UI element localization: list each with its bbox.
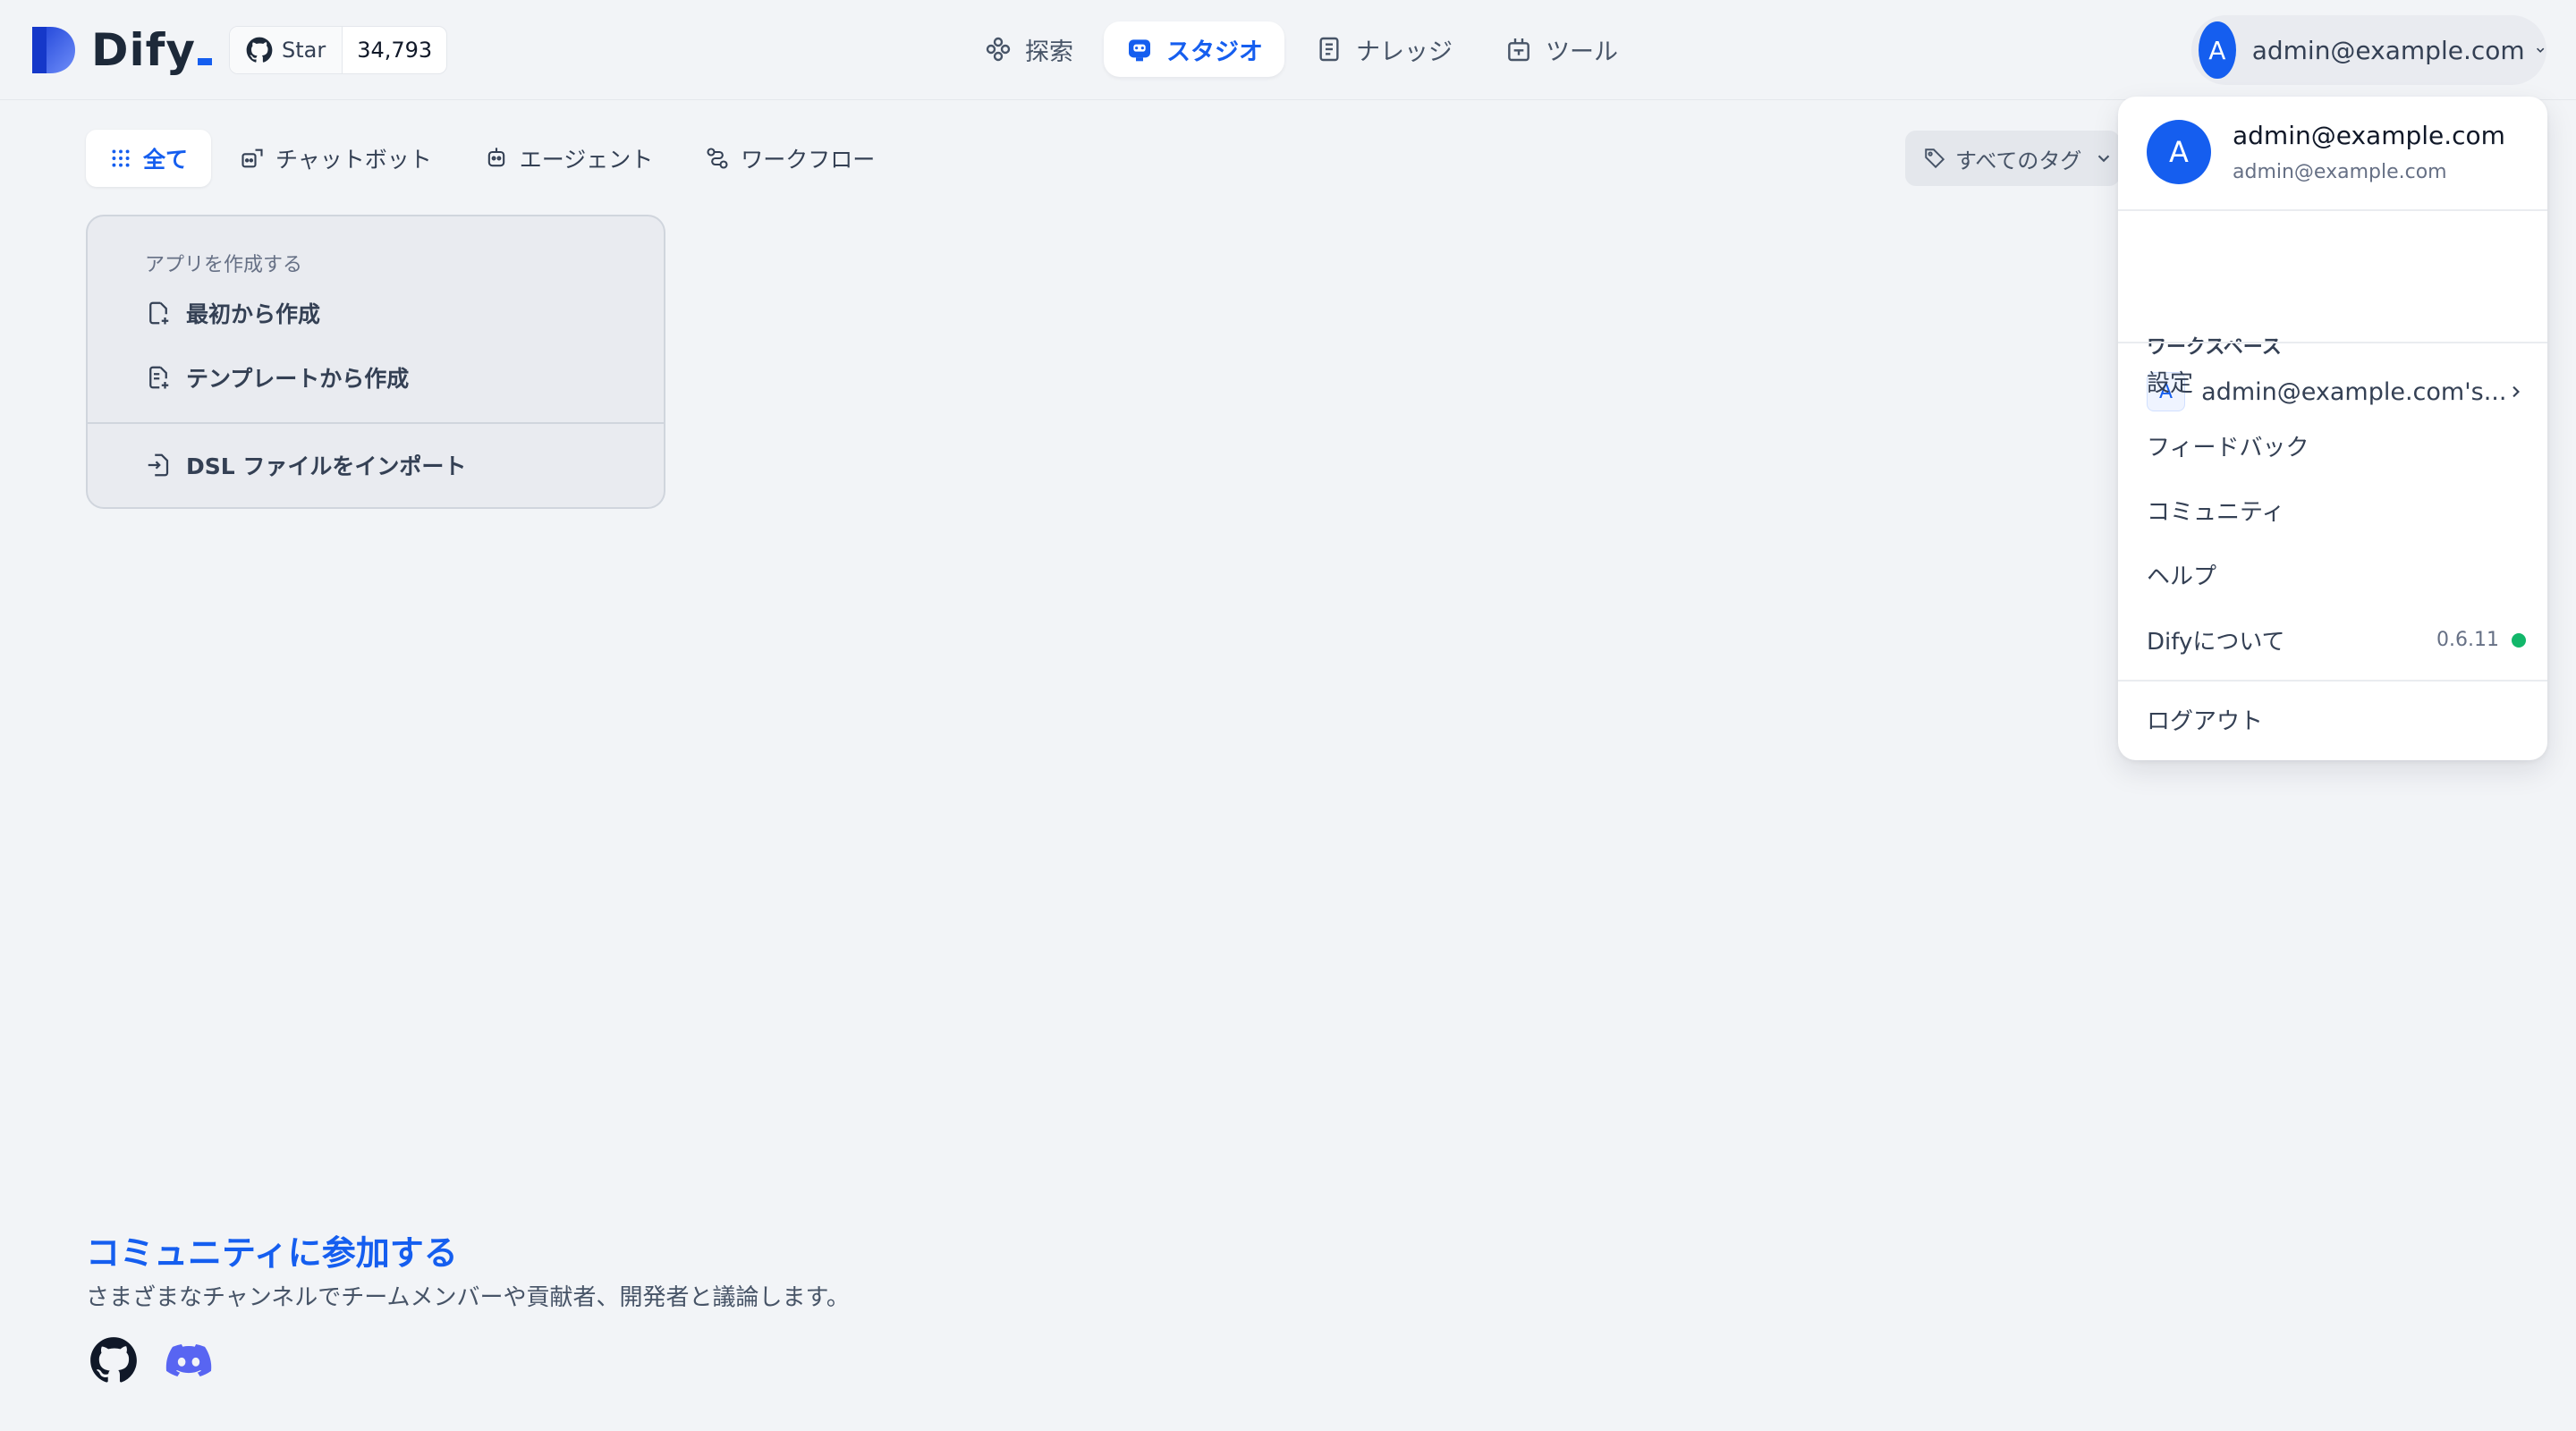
github-star-button[interactable]: Star 34,793: [229, 26, 448, 74]
grid-icon: [112, 149, 130, 167]
star-count: 34,793: [357, 38, 433, 63]
app-type-tabs: 全て チャットボット エージェント ワークフロー: [86, 130, 903, 187]
create-from-scratch-button[interactable]: 最初から作成: [145, 297, 320, 329]
tab-agent-label: エージェント: [519, 147, 654, 173]
star-label: Star: [282, 38, 326, 63]
tools-icon: [1508, 38, 1530, 62]
discord-link[interactable]: [165, 1336, 213, 1384]
import-file-icon: [148, 453, 169, 477]
feedback-label: フィードバック: [2147, 435, 2309, 461]
template-icon: [149, 366, 169, 389]
top-header: Dify Star 34,793 探索 スタジオ ナレッジ ツール A admi…: [0, 0, 2576, 100]
card-divider: [88, 422, 664, 424]
tag-filter-dropdown[interactable]: すべてのタグ: [1905, 131, 2120, 186]
github-link[interactable]: [89, 1336, 138, 1384]
book-icon: [1319, 37, 1339, 62]
robot-icon: [1129, 39, 1150, 62]
discord-icon: [165, 1344, 212, 1376]
tab-workflow-label: ワークフロー: [741, 147, 876, 173]
user-email: admin@example.com: [2233, 161, 2447, 183]
tab-agent[interactable]: エージェント: [461, 130, 677, 187]
chevron-down-icon: [2536, 47, 2544, 53]
create-app-card: アプリを作成する 最初から作成 テンプレートから作成 DSL ファイルをインポー…: [86, 215, 665, 509]
dropdown-user-info: A admin@example.com admin@example.com: [2147, 120, 2505, 184]
menu-divider: [2118, 342, 2547, 343]
menu-item-feedback[interactable]: フィードバック: [2147, 429, 2526, 462]
nav-tools-label: ツール: [1546, 38, 1618, 66]
create-app-heading: アプリを作成する: [145, 254, 303, 276]
workflow-icon: [707, 148, 728, 169]
about-label: Difyについて: [2147, 629, 2285, 656]
user-name: admin@example.com: [2233, 121, 2505, 150]
create-from-template-label: テンプレートから作成: [186, 366, 410, 392]
import-dsl-button[interactable]: DSL ファイルをインポート: [145, 449, 466, 481]
social-links: [89, 1336, 240, 1384]
nav-knowledge-label: ナレッジ: [1356, 38, 1453, 66]
tag-icon: [1925, 148, 1945, 169]
tab-chatbot[interactable]: チャットボット: [216, 130, 455, 187]
logout-label: ログアウト: [2147, 708, 2264, 735]
nav-studio-label: スタジオ: [1166, 38, 1263, 66]
account-dropdown-menu: A admin@example.com admin@example.com ワー…: [2118, 97, 2547, 760]
dify-logo[interactable]: Dify: [30, 25, 212, 75]
menu-item-help[interactable]: ヘルプ: [2147, 558, 2526, 591]
agent-icon: [487, 148, 504, 167]
tag-filter-label: すべてのタグ: [1955, 148, 2082, 174]
nav-explore-label: 探索: [1025, 38, 1073, 66]
status-dot: [2512, 632, 2526, 648]
menu-item-about[interactable]: Difyについて 0.6.11: [2147, 623, 2526, 656]
settings-label: 設定: [2147, 370, 2194, 397]
menu-item-logout[interactable]: ログアウト: [2147, 703, 2526, 736]
account-menu-button[interactable]: A admin@example.com: [2191, 15, 2546, 85]
logo-text: Dify: [91, 28, 212, 72]
import-dsl-label: DSL ファイルをインポート: [186, 453, 467, 479]
tab-workflow[interactable]: ワークフロー: [682, 130, 898, 187]
tab-all-label: 全て: [143, 147, 189, 173]
nav-knowledge[interactable]: ナレッジ: [1293, 21, 1474, 77]
tab-chatbot-label: チャットボット: [275, 147, 432, 173]
community-title: コミュニティに参加する: [86, 1233, 458, 1273]
menu-item-community[interactable]: コミュニティ: [2147, 494, 2526, 527]
menu-item-settings[interactable]: 設定: [2147, 365, 2526, 398]
file-plus-icon: [149, 301, 169, 325]
community-label: コミュニティ: [2147, 499, 2285, 526]
main-nav: 探索 スタジオ ナレッジ ツール: [962, 21, 1648, 77]
github-icon: [90, 1337, 137, 1383]
community-description: さまざまなチャンネルでチームメンバーや貢献者、開発者と議論します。: [86, 1284, 850, 1311]
menu-divider: [2118, 209, 2547, 211]
account-email: admin@example.com: [2251, 35, 2525, 65]
avatar: A: [2147, 120, 2211, 184]
version-text: 0.6.11: [2436, 629, 2499, 651]
create-from-template-button[interactable]: テンプレートから作成: [145, 361, 409, 394]
dify-logo-icon: [32, 27, 75, 73]
chevron-down-icon: [2098, 155, 2110, 163]
create-from-scratch-label: 最初から作成: [186, 301, 321, 327]
nav-explore[interactable]: 探索: [962, 21, 1095, 77]
github-icon: [246, 37, 273, 63]
workspace-label: ワークスペース: [2147, 336, 2282, 359]
menu-divider: [2118, 680, 2547, 682]
tab-all[interactable]: 全て: [86, 130, 212, 187]
help-label: ヘルプ: [2147, 563, 2217, 590]
nav-studio[interactable]: スタジオ: [1104, 21, 1284, 77]
chat-bot-icon: [242, 148, 263, 168]
nav-tools[interactable]: ツール: [1483, 21, 1640, 77]
avatar: A: [2199, 21, 2236, 79]
explore-icon: [986, 37, 1011, 62]
